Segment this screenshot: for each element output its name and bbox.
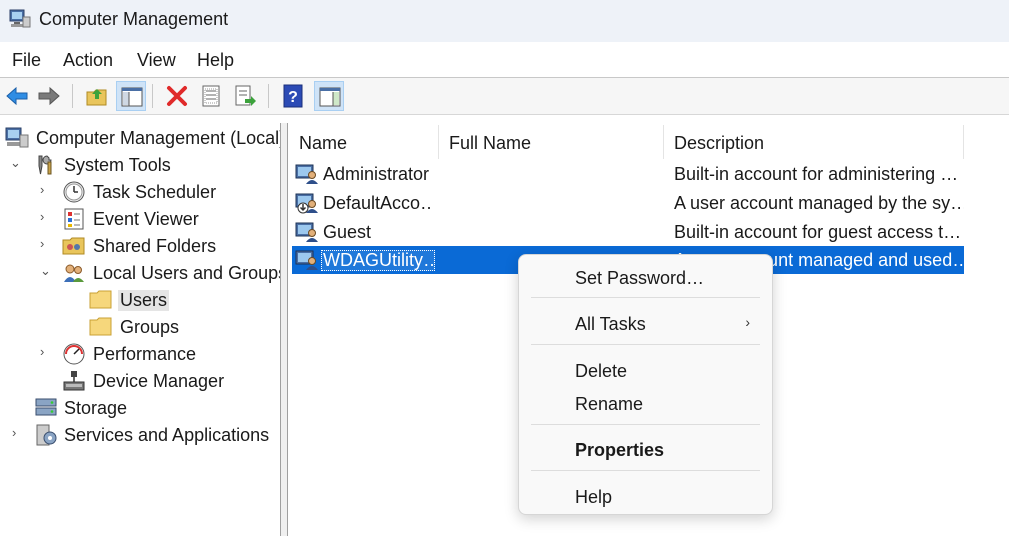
table-row[interactable]: Administrator Built-in account for admin… <box>292 160 964 188</box>
toolbar: ? <box>0 78 1009 114</box>
storage-icon <box>34 397 58 419</box>
tree-node-services-and-applications[interactable]: › Services and Applications <box>0 422 280 448</box>
user-name: DefaultAcco… <box>323 193 433 213</box>
menu-item-all-tasks[interactable]: All Tasks <box>575 314 646 335</box>
pane-splitter[interactable] <box>280 123 288 536</box>
export-list-button[interactable] <box>230 81 260 111</box>
menu-action[interactable]: Action <box>63 50 113 71</box>
table-row[interactable]: DefaultAcco… A user account managed by t… <box>292 189 964 217</box>
show-hide-console-tree-button[interactable] <box>116 81 146 111</box>
menu-separator <box>531 424 760 425</box>
chevron-down-icon[interactable]: ⌄ <box>10 155 22 170</box>
menu-file[interactable]: File <box>12 50 41 71</box>
user-description: Built-in account for guest access t… <box>674 222 962 242</box>
properties-button[interactable] <box>196 81 226 111</box>
tree-node-groups[interactable]: Groups <box>0 314 280 340</box>
tree-node-label: Services and Applications <box>64 425 270 445</box>
chevron-right-icon[interactable]: › <box>40 182 52 197</box>
performance-icon <box>62 343 86 365</box>
up-one-level-button[interactable] <box>82 81 112 111</box>
menu-item-delete[interactable]: Delete <box>575 361 627 382</box>
event-viewer-icon <box>62 208 86 230</box>
show-hide-action-pane-button[interactable] <box>314 81 344 111</box>
column-divider[interactable] <box>963 125 964 159</box>
user-name: WDAGUtility… <box>321 250 435 271</box>
services-icon <box>34 424 58 446</box>
svg-text:?: ? <box>288 89 298 106</box>
folder-icon <box>89 289 113 311</box>
context-menu: Set Password… All Tasks › Delete Rename … <box>518 254 773 515</box>
shared-folder-icon <box>62 235 86 257</box>
console-tree: Computer Management (Local) ⌄ System Too… <box>0 123 287 536</box>
tree-node-users[interactable]: Users <box>0 287 280 313</box>
submenu-arrow-icon: › <box>745 314 750 330</box>
clock-icon <box>62 181 86 203</box>
help-button[interactable]: ? <box>278 81 308 111</box>
tree-node-label: Shared Folders <box>93 236 217 256</box>
back-button[interactable] <box>2 81 32 111</box>
tree-node-system-tools[interactable]: ⌄ System Tools <box>0 152 280 178</box>
tree-node-event-viewer[interactable]: › Event Viewer <box>0 206 280 232</box>
user-account-disabled-icon <box>295 192 319 214</box>
menu-view[interactable]: View <box>137 50 176 71</box>
menu-item-rename[interactable]: Rename <box>575 394 643 415</box>
menu-separator <box>531 297 760 298</box>
menu-item-properties[interactable]: Properties <box>575 440 664 461</box>
users-group-icon <box>62 262 86 284</box>
chevron-right-icon[interactable]: › <box>12 425 24 440</box>
tree-node-label: Users <box>118 290 170 311</box>
tree-node-label: Computer Management (Local) <box>36 128 286 148</box>
user-account-icon <box>295 221 319 243</box>
tree-node-label: Local Users and Groups <box>93 263 288 283</box>
toolbar-separator <box>152 84 153 108</box>
tree-node-task-scheduler[interactable]: › Task Scheduler <box>0 179 280 205</box>
device-manager-icon <box>62 370 86 392</box>
menu-item-help[interactable]: Help <box>575 487 612 508</box>
tree-node-performance[interactable]: › Performance <box>0 341 280 367</box>
column-header-full-name[interactable]: Full Name <box>438 123 663 159</box>
chevron-down-icon[interactable]: ⌄ <box>40 263 52 278</box>
title-bar: Computer Management <box>0 0 1009 42</box>
tree-node-shared-folders[interactable]: › Shared Folders <box>0 233 280 259</box>
tree-node-device-manager[interactable]: Device Manager <box>0 368 280 394</box>
window-title: Computer Management <box>39 9 229 29</box>
toolbar-separator <box>268 84 269 108</box>
tools-icon <box>34 154 58 176</box>
forward-button[interactable] <box>34 81 64 111</box>
user-name: Administrator <box>323 164 430 184</box>
chevron-right-icon[interactable]: › <box>40 209 52 224</box>
tree-node-label: Storage <box>64 398 128 418</box>
tree-node-storage[interactable]: Storage <box>0 395 280 421</box>
tree-node-label: System Tools <box>64 155 171 175</box>
chevron-right-icon[interactable]: › <box>40 236 52 251</box>
column-header-name[interactable]: Name <box>288 123 438 159</box>
delete-button[interactable] <box>162 81 192 111</box>
menu-separator <box>531 470 760 471</box>
user-name: Guest <box>323 222 372 242</box>
computer-management-icon <box>9 9 31 29</box>
menu-help[interactable]: Help <box>197 50 234 71</box>
tree-node-local-users-and-groups[interactable]: ⌄ Local Users and Groups <box>0 260 287 286</box>
table-row[interactable]: Guest Built-in account for guest access … <box>292 218 964 246</box>
tree-node-label: Device Manager <box>93 371 225 391</box>
menu-separator <box>531 344 760 345</box>
tree-node-computer-management[interactable]: Computer Management (Local) <box>0 125 285 151</box>
user-description: A user account managed by the sy… <box>674 193 964 213</box>
menu-bar: File Action View Help <box>0 44 1009 76</box>
menu-item-set-password[interactable]: Set Password… <box>575 268 704 289</box>
toolbar-separator <box>72 84 73 108</box>
tree-node-label: Groups <box>120 317 180 337</box>
tree-node-label: Performance <box>93 344 197 364</box>
tree-node-label: Event Viewer <box>93 209 199 229</box>
user-description: Built-in account for administering … <box>674 164 959 184</box>
chevron-right-icon[interactable]: › <box>40 344 52 359</box>
tree-node-label: Task Scheduler <box>93 182 217 202</box>
toolbar-divider <box>0 114 1009 115</box>
user-account-icon <box>295 249 319 271</box>
user-account-icon <box>295 163 319 185</box>
column-header-description[interactable]: Description <box>663 123 963 159</box>
folder-icon <box>89 316 113 338</box>
computer-management-icon <box>5 127 29 149</box>
